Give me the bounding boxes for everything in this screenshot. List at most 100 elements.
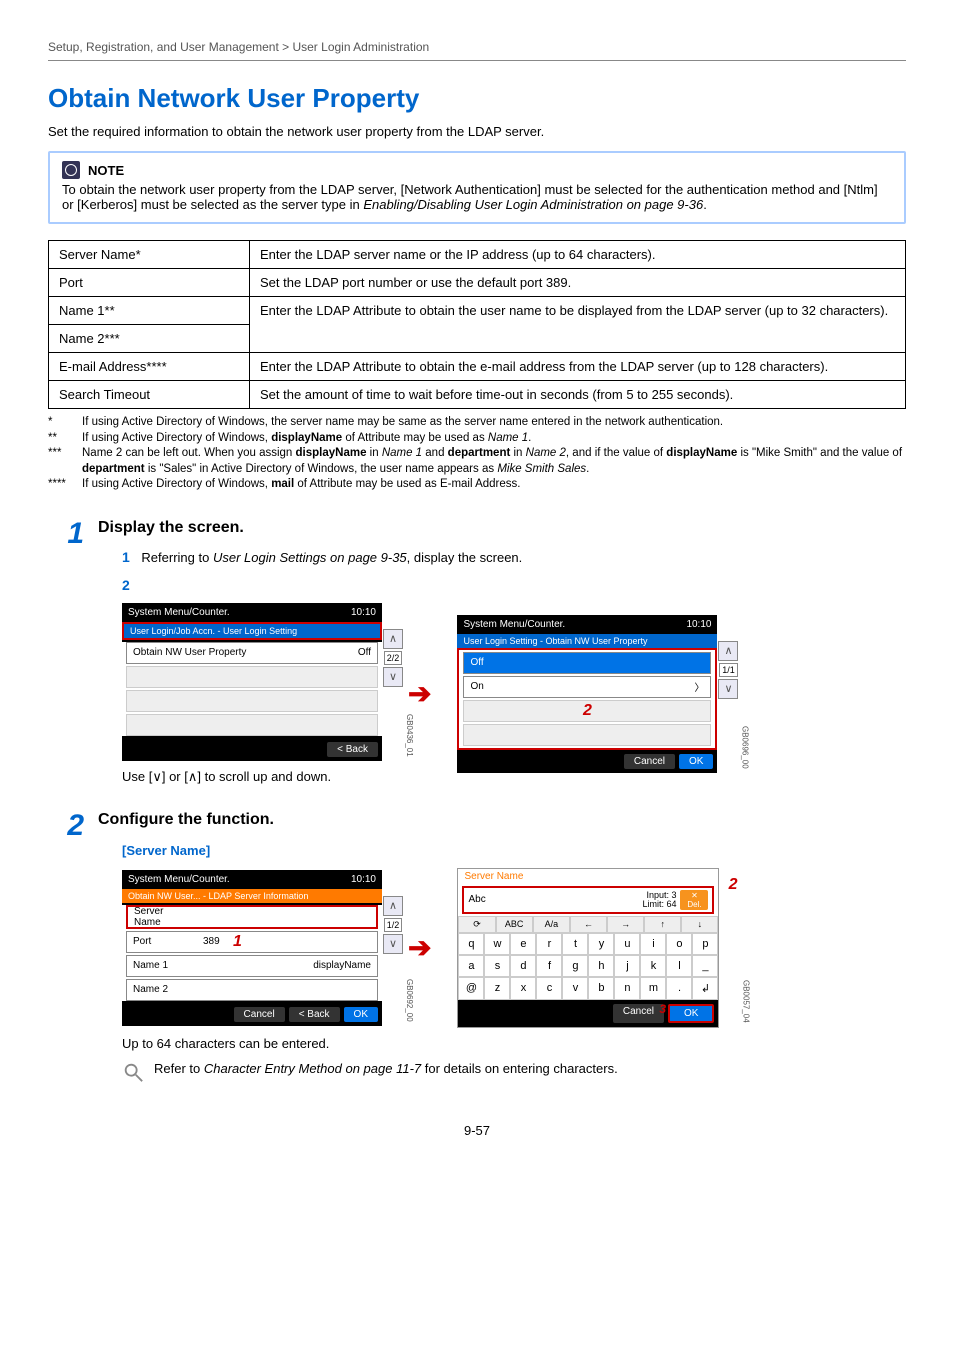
option-off[interactable]: Off <box>463 652 711 674</box>
tab-symbol[interactable]: ⟳ <box>458 916 495 933</box>
row-obtain-nw[interactable]: Obtain NW User PropertyOff <box>126 642 378 664</box>
key-k[interactable]: k <box>640 955 666 977</box>
char-limit-caption: Up to 64 characters can be entered. <box>122 1036 906 1051</box>
onscreen-keyboard: Server Name Abc Input: 3Limit: 64 ✕Del. … <box>457 868 719 1028</box>
step-number-2: 2 <box>48 811 84 841</box>
key-f[interactable]: f <box>536 955 562 977</box>
name2-field[interactable]: Name 2 <box>126 979 378 1001</box>
step-1-title: Display the screen. <box>98 519 717 537</box>
key-d[interactable]: d <box>510 955 536 977</box>
intro-text: Set the required information to obtain t… <box>48 124 906 139</box>
scroll-up-icon[interactable]: ∧ <box>718 641 738 661</box>
tab-abc[interactable]: ABC <box>496 916 533 933</box>
key-i[interactable]: i <box>640 933 666 955</box>
step-number-1: 1 <box>48 519 84 549</box>
key-n[interactable]: n <box>614 977 640 1000</box>
key-t[interactable]: t <box>562 933 588 955</box>
key-s[interactable]: s <box>484 955 510 977</box>
note-ref-link[interactable]: Enabling/Disabling User Login Administra… <box>363 197 703 212</box>
table-row: PortSet the LDAP port number or use the … <box>49 269 906 297</box>
scroll-hint: Use [∨] or [∧] to scroll up and down. <box>122 769 382 785</box>
back-button[interactable]: < Back <box>289 1007 340 1022</box>
callout-2: 2 <box>729 876 738 894</box>
note-box: NOTE To obtain the network user property… <box>48 151 906 224</box>
table-row: Search TimeoutSet the amount of time to … <box>49 381 906 409</box>
key-u[interactable]: u <box>614 933 640 955</box>
keyboard-display[interactable]: Abc Input: 3Limit: 64 ✕Del. <box>462 886 714 914</box>
key-b[interactable]: b <box>588 977 614 1000</box>
table-row: Server Name*Enter the LDAP server name o… <box>49 241 906 269</box>
page-indicator: 1/1 <box>719 663 738 677</box>
flow-arrow-icon: ➔ <box>408 931 431 964</box>
substep-2: 2 <box>122 577 130 593</box>
screen-ldap-server-info: System Menu/Counter.10:10 Obtain NW User… <box>122 870 382 1026</box>
key-w[interactable]: w <box>484 933 510 955</box>
key-back[interactable]: ← <box>570 916 607 933</box>
key-z[interactable]: z <box>484 977 510 1000</box>
key-up[interactable]: ↑ <box>644 916 681 933</box>
delete-key[interactable]: ✕Del. <box>680 890 708 910</box>
scroll-up-icon[interactable]: ∧ <box>383 896 403 916</box>
key-x[interactable]: x <box>510 977 536 1000</box>
note-body: To obtain the network user property from… <box>62 182 892 212</box>
option-on[interactable]: On〉 <box>463 676 711 698</box>
key-↲[interactable]: ↲ <box>692 977 718 1000</box>
page-indicator: 2/2 <box>384 651 403 665</box>
server-name-field[interactable]: Server Name <box>126 905 378 929</box>
scroll-down-icon[interactable]: ∨ <box>383 667 403 687</box>
substep-1: 1 <box>122 549 130 565</box>
key-h[interactable]: h <box>588 955 614 977</box>
step-2-title: Configure the function. <box>98 811 906 829</box>
key-p[interactable]: p <box>692 933 718 955</box>
page-number: 9-57 <box>48 1123 906 1138</box>
step1-ref-link[interactable]: User Login Settings on page 9-35 <box>213 550 407 565</box>
key-.[interactable]: . <box>666 977 692 1000</box>
cancel-button[interactable]: Cancel <box>624 754 675 769</box>
ok-button[interactable]: OK <box>679 754 713 769</box>
key-_[interactable]: _ <box>692 955 718 977</box>
key-@[interactable]: @ <box>458 977 484 1000</box>
char-entry-ref-link[interactable]: Character Entry Method on page 11-7 <box>204 1061 421 1076</box>
key-down[interactable]: ↓ <box>681 916 718 933</box>
page-indicator: 1/2 <box>384 918 403 932</box>
name1-field[interactable]: Name 1displayName <box>126 955 378 977</box>
key-a[interactable]: a <box>458 955 484 977</box>
server-name-input[interactable] <box>187 910 370 923</box>
tab-case[interactable]: A/a <box>533 916 570 933</box>
key-j[interactable]: j <box>614 955 640 977</box>
breadcrumb: Setup, Registration, and User Management… <box>48 40 906 61</box>
settings-table: Server Name*Enter the LDAP server name o… <box>48 240 906 409</box>
ok-button[interactable]: OK <box>344 1007 378 1022</box>
key-fwd[interactable]: → <box>607 916 644 933</box>
cancel-button[interactable]: Cancel 3 <box>613 1004 664 1023</box>
scroll-down-icon[interactable]: ∨ <box>718 679 738 699</box>
key-l[interactable]: l <box>666 955 692 977</box>
key-v[interactable]: v <box>562 977 588 1000</box>
key-e[interactable]: e <box>510 933 536 955</box>
server-name-heading: [Server Name] <box>122 843 906 858</box>
port-field[interactable]: Port 389 1 <box>126 931 378 953</box>
page-title: Obtain Network User Property <box>48 83 906 114</box>
key-c[interactable]: c <box>536 977 562 1000</box>
note-icon <box>62 161 80 179</box>
cancel-button[interactable]: Cancel <box>234 1007 285 1022</box>
screen-user-login-setting: System Menu/Counter.10:10 User Login/Job… <box>122 603 382 761</box>
note-label: NOTE <box>88 163 124 178</box>
back-button[interactable]: < Back <box>327 742 378 757</box>
ok-button[interactable]: OK <box>668 1004 714 1023</box>
scroll-down-icon[interactable]: ∨ <box>383 934 403 954</box>
screen-a-crumb[interactable]: User Login/Job Accn. - User Login Settin… <box>122 622 382 640</box>
key-y[interactable]: y <box>588 933 614 955</box>
table-row: E-mail Address****Enter the LDAP Attribu… <box>49 353 906 381</box>
flow-arrow-icon: ➔ <box>408 677 431 710</box>
table-row: Name 1**Enter the LDAP Attribute to obta… <box>49 297 906 325</box>
screen-obtain-nw-property: System Menu/Counter.10:10 User Login Set… <box>457 615 717 773</box>
key-q[interactable]: q <box>458 933 484 955</box>
footnotes: *If using Active Directory of Windows, t… <box>48 415 906 493</box>
magnifier-icon <box>122 1061 144 1083</box>
key-o[interactable]: o <box>666 933 692 955</box>
key-g[interactable]: g <box>562 955 588 977</box>
key-r[interactable]: r <box>536 933 562 955</box>
scroll-up-icon[interactable]: ∧ <box>383 629 403 649</box>
key-m[interactable]: m <box>640 977 666 1000</box>
